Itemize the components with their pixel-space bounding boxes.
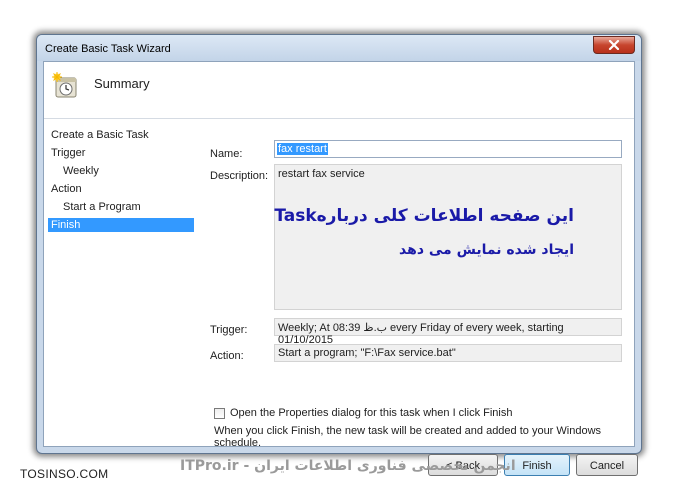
action-value: Start a program; "F:\Fax service.bat" <box>278 347 456 359</box>
trigger-field[interactable]: Weekly; At 08:39 ب.ظ every Friday of eve… <box>274 318 622 346</box>
window-title: Create Basic Task Wizard <box>45 43 171 55</box>
step-create-basic-task[interactable]: Create a Basic Task <box>48 128 194 142</box>
open-properties-checkbox[interactable] <box>214 408 225 419</box>
action-field[interactable]: Start a program; "F:\Fax service.bat" <box>274 344 622 362</box>
cancel-button[interactable]: Cancel <box>576 454 638 476</box>
title-bar[interactable]: Create Basic Task Wizard <box>37 35 641 61</box>
annotation-line-2: ایجاد شده نمایش می دهد <box>399 242 574 258</box>
wizard-steps: Create a Basic Task Trigger Weekly Actio… <box>44 122 198 412</box>
annotation-line-1: این صفحه اطلاعات کلی دربارهTask <box>274 206 574 226</box>
close-icon <box>608 40 620 50</box>
name-label: Name: <box>210 148 243 160</box>
finish-info-text: When you click Finish, the new task will… <box>214 425 602 449</box>
summary-panel: Name: fax restart Description: restart f… <box>204 122 626 412</box>
step-start-program[interactable]: Start a Program <box>48 200 194 214</box>
watermark-itpro: انجمن تخصصی فناوری اطلاعات ایران - ITPro… <box>180 458 516 474</box>
step-weekly[interactable]: Weekly <box>48 164 194 178</box>
open-properties-label[interactable]: Open the Properties dialog for this task… <box>230 407 512 419</box>
wizard-window: Create Basic Task Wizard Summary Create … <box>36 34 642 476</box>
step-action[interactable]: Action <box>48 182 194 196</box>
description-value: restart fax service <box>278 168 365 180</box>
page-title: Summary <box>94 76 150 91</box>
trigger-label: Trigger: <box>210 324 248 336</box>
name-value: fax restart <box>277 143 328 155</box>
task-clock-icon <box>52 72 78 98</box>
watermark-tosinso: TOSINSO.COM <box>20 467 109 481</box>
name-field[interactable]: fax restart <box>274 140 622 158</box>
close-button[interactable] <box>593 36 635 54</box>
step-trigger[interactable]: Trigger <box>48 146 194 160</box>
trigger-value: Weekly; At 08:39 ب.ظ every Friday of eve… <box>278 322 564 346</box>
wizard-client: Summary Create a Basic Task Trigger Week… <box>43 61 638 476</box>
wizard-header: Summary <box>44 62 634 119</box>
description-label: Description: <box>210 170 269 182</box>
description-field[interactable]: restart fax service <box>274 164 622 310</box>
action-label: Action: <box>210 350 244 362</box>
step-finish[interactable]: Finish <box>48 218 194 232</box>
